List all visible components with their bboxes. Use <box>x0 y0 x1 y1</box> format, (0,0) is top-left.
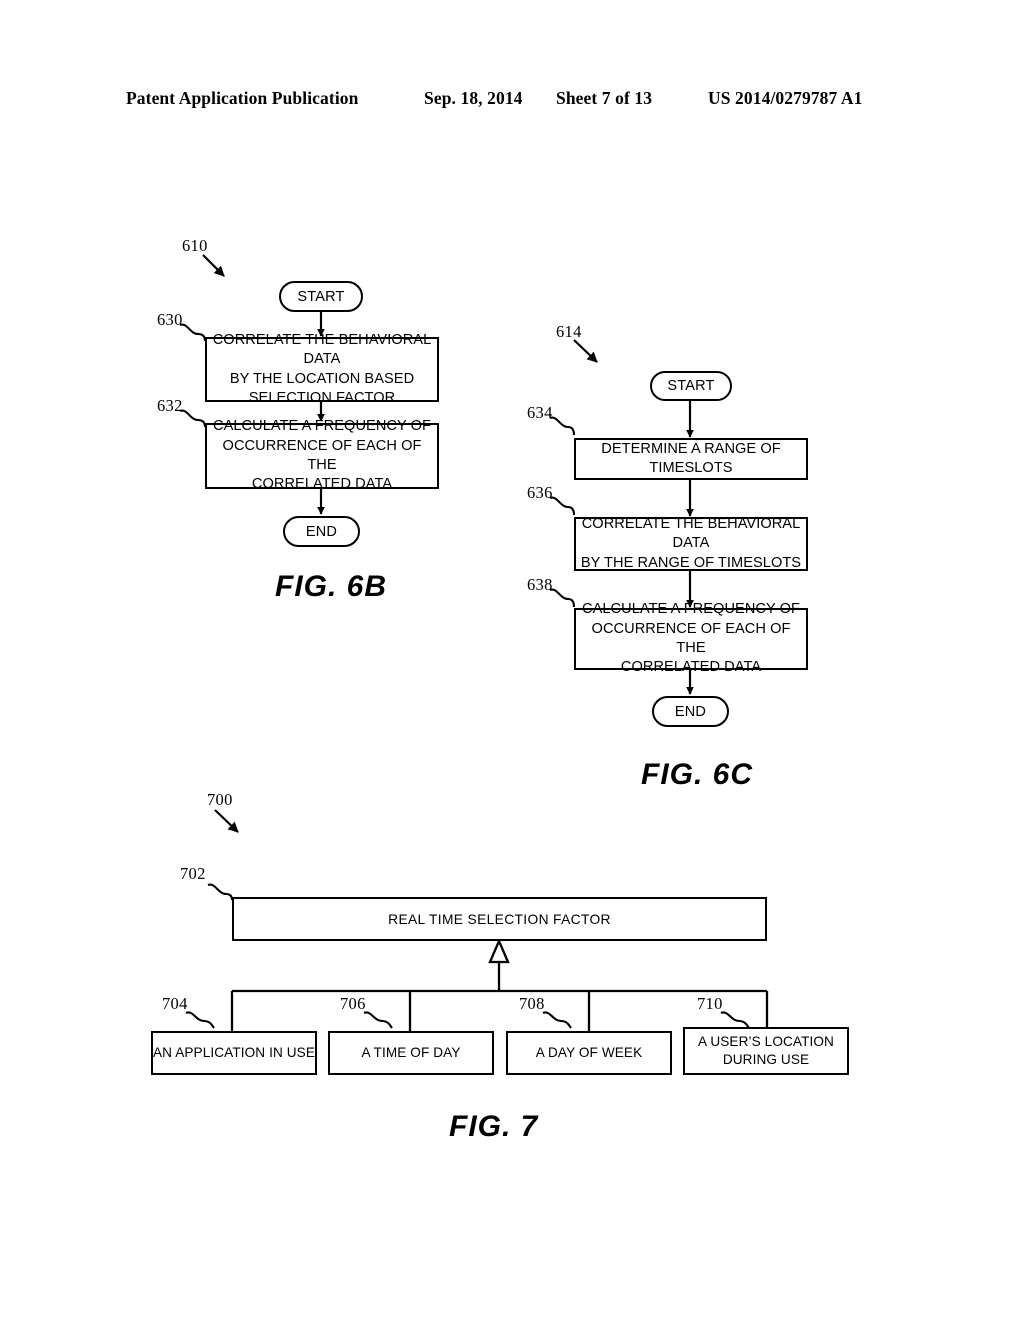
fig7-parent-box-real-time-selection-factor: REAL TIME SELECTION FACTOR <box>232 897 767 941</box>
fig6c-process-636: CORRELATE THE BEHAVIORAL DATA BY THE RAN… <box>574 515 808 571</box>
ref-632-leader <box>179 409 207 428</box>
fig6c-start-terminator: START <box>650 371 732 401</box>
fig6b-process-632-line3: CORRELATED DATA <box>251 476 393 493</box>
ref-700-leader-arrow <box>214 809 239 833</box>
fig6c-process-638-line3: CORRELATED DATA <box>620 659 762 676</box>
ref-number-706: 706 <box>340 994 366 1013</box>
fig6b-process-632-line2: OCCURRENCE OF EACH OF THE <box>222 437 422 473</box>
ref-number-634: 634 <box>527 403 553 422</box>
patent-drawing-sheet: Patent Application Publication Sep. 18, … <box>0 0 1024 1320</box>
fig7-child4-label-line1: A USER’S LOCATION <box>698 1034 834 1050</box>
ref-number-636: 636 <box>527 483 553 502</box>
fig7-child-box-time-of-day: A TIME OF DAY <box>328 1031 494 1075</box>
fig6c-process-634-line1: DETERMINE A RANGE OF TIMESLOTS <box>601 440 781 476</box>
fig6c-process-638: CALCULATE A FREQUENCY OF OCCURRENCE OF E… <box>574 601 808 675</box>
fig7-child1-label: AN APPLICATION IN USE <box>153 1045 315 1061</box>
fig6b-end-label: END <box>305 523 338 540</box>
ref-704-leader <box>185 1011 215 1029</box>
fig6b-process-630: CORRELATE THE BEHAVIORAL DATA BY THE LOC… <box>205 332 439 406</box>
ref-706-leader <box>363 1011 393 1029</box>
fig6c-process-638-line2: OCCURRENCE OF EACH OF THE <box>591 620 791 656</box>
header-publication-date: Sep. 18, 2014 <box>424 88 523 108</box>
fig7-child2-label: A TIME OF DAY <box>361 1045 461 1061</box>
ref-number-702: 702 <box>180 864 206 883</box>
ref-number-610: 610 <box>182 236 208 255</box>
ref-702-leader <box>207 883 234 901</box>
ref-number-708: 708 <box>519 994 545 1013</box>
fig7-child4-label-line2: DURING USE <box>722 1052 810 1067</box>
figure-caption-6c: FIG. 6C <box>641 758 754 791</box>
fig6b-process-632-line1: CALCULATE A FREQUENCY OF <box>213 418 431 435</box>
fig7-parent-label: REAL TIME SELECTION FACTOR <box>388 911 611 927</box>
ref-number-630: 630 <box>157 310 183 329</box>
fig6c-process-634: DETERMINE A RANGE OF TIMESLOTS <box>574 438 808 480</box>
header-publication-number: US 2014/0279787 A1 <box>708 88 863 108</box>
ref-636-leader <box>549 496 576 516</box>
ref-710-leader <box>720 1011 750 1029</box>
fig7-child3-label: A DAY OF WEEK <box>535 1045 643 1061</box>
fig6b-start-label: START <box>297 288 345 305</box>
ref-number-632: 632 <box>157 396 183 415</box>
fig6b-start-terminator: START <box>279 281 363 312</box>
ref-number-638: 638 <box>527 575 553 594</box>
ref-number-704: 704 <box>162 994 188 1013</box>
fig7-child-box-user-location-during-use: A USER’S LOCATION DURING USE <box>683 1027 849 1075</box>
ref-number-710: 710 <box>697 994 723 1013</box>
fig6b-process-630-line1: CORRELATE THE BEHAVIORAL DATA <box>212 331 432 368</box>
ref-638-leader <box>549 588 576 608</box>
fig6b-process-630-line3: SELECTION FACTOR <box>248 389 396 406</box>
fig7-child-box-day-of-week: A DAY OF WEEK <box>506 1031 672 1075</box>
sheet-header: Patent Application Publication Sep. 18, … <box>0 88 1024 116</box>
ref-number-614: 614 <box>556 322 582 341</box>
ref-708-leader <box>542 1011 572 1029</box>
fig6c-start-label: START <box>667 378 715 394</box>
fig6b-process-630-line2: BY THE LOCATION BASED <box>229 370 415 387</box>
fig6c-process-636-line1: CORRELATE THE BEHAVIORAL DATA <box>581 515 801 552</box>
ref-number-700: 700 <box>207 790 233 809</box>
ref-614-leader-arrow <box>573 339 598 363</box>
ref-630-leader <box>179 323 207 342</box>
header-publication-title: Patent Application Publication <box>126 88 359 108</box>
figure-caption-6b: FIG. 6B <box>275 570 388 603</box>
fig7-child-box-application-in-use: AN APPLICATION IN USE <box>151 1031 317 1075</box>
header-sheet-number: Sheet 7 of 13 <box>556 88 653 108</box>
fig7-generalization-triangle <box>488 938 510 964</box>
fig6b-end-terminator: END <box>283 516 360 547</box>
fig6b-process-632: CALCULATE A FREQUENCY OF OCCURRENCE OF E… <box>205 418 439 492</box>
fig6c-process-638-line1: CALCULATE A FREQUENCY OF <box>582 601 800 618</box>
fig6c-end-terminator: END <box>652 696 729 727</box>
figure-caption-7: FIG. 7 <box>449 1110 539 1143</box>
fig6c-end-label: END <box>674 703 707 720</box>
ref-610-leader-arrow <box>202 254 225 277</box>
fig6c-process-636-line2: BY THE RANGE OF TIMESLOTS <box>580 554 802 571</box>
ref-634-leader <box>549 416 576 436</box>
